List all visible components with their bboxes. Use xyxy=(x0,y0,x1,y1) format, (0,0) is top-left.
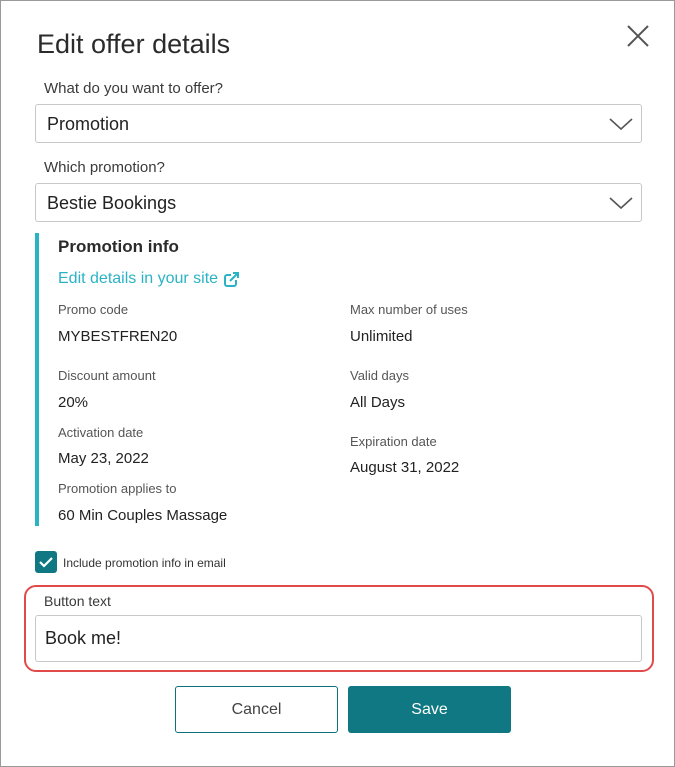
edit-details-link[interactable]: Edit details in your site xyxy=(58,270,240,288)
applies-to-value: 60 Min Couples Massage xyxy=(58,507,228,524)
promo-info-accent-bar xyxy=(35,233,39,526)
chevron-down-icon xyxy=(609,118,633,131)
valid-days-value: All Days xyxy=(350,394,406,411)
applies-to-label: Promotion applies to xyxy=(58,481,177,496)
save-button[interactable]: Save xyxy=(348,686,511,733)
promo-code-label: Promo code xyxy=(58,302,129,317)
dialog-title: Edit offer details xyxy=(37,29,231,59)
offer-type-value: Promotion xyxy=(47,114,130,134)
edit-offer-dialog: Edit offer details What do you want to o… xyxy=(0,0,675,767)
include-promo-checkbox[interactable] xyxy=(35,551,57,573)
activation-value: May 23, 2022 xyxy=(58,450,149,467)
promotion-select[interactable]: Bestie Bookings xyxy=(35,183,642,222)
promotion-value: Bestie Bookings xyxy=(47,193,177,213)
discount-label: Discount amount xyxy=(58,368,156,383)
expiration-label: Expiration date xyxy=(350,434,437,449)
external-link-icon xyxy=(224,271,240,287)
checkmark-icon xyxy=(39,557,53,568)
promo-code-value: MYBESTFREN20 xyxy=(58,328,178,345)
valid-days-label: Valid days xyxy=(350,368,410,383)
expiration-value: August 31, 2022 xyxy=(350,459,460,476)
offer-type-select[interactable]: Promotion xyxy=(35,104,642,143)
close-button[interactable] xyxy=(623,21,653,51)
chevron-down-icon xyxy=(609,197,633,210)
promo-info-title: Promotion info xyxy=(58,237,179,256)
max-uses-label: Max number of uses xyxy=(350,302,468,317)
cancel-button[interactable]: Cancel xyxy=(175,686,338,733)
activation-label: Activation date xyxy=(58,425,144,440)
max-uses-value: Unlimited xyxy=(350,328,413,345)
offer-type-label: What do you want to offer? xyxy=(44,80,223,97)
include-promo-label: Include promotion info in email xyxy=(63,556,226,570)
edit-details-label: Edit details in your site xyxy=(58,270,219,287)
discount-value: 20% xyxy=(58,394,89,411)
button-text-input[interactable] xyxy=(35,615,642,662)
close-icon xyxy=(627,25,649,47)
button-text-label: Button text xyxy=(44,593,111,609)
promotion-label: Which promotion? xyxy=(44,159,165,176)
